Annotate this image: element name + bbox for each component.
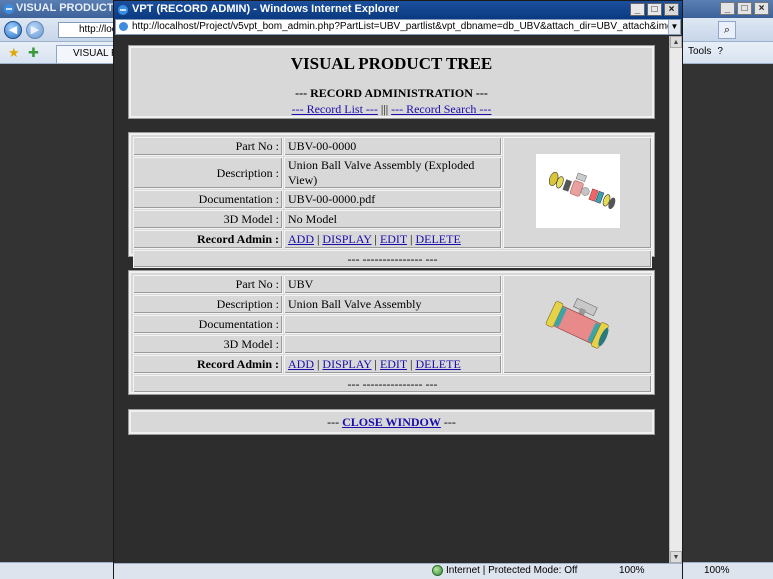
vertical-scrollbar[interactable]: ▲ ▼ [669,36,682,563]
pipe-separator: | [410,232,413,246]
part-no-value: UBV-00-0000 [284,137,502,156]
pipe-separator: | [410,357,413,371]
record-panel: Part No : UBV-00-0000 Description: Unio… [128,132,655,268]
security-zone[interactable]: Internet | Protected Mode: Off [432,565,577,576]
header-panel: VISUAL PRODUCT TREE --- RECORD ADMINISTR… [128,45,655,119]
background-zoom-level[interactable]: 100% [704,565,730,576]
star-icon[interactable]: ★ [8,45,20,61]
edit-link[interactable]: EDIT [380,232,407,246]
back-arrow-icon[interactable]: ◀ [4,21,22,39]
tools-label[interactable]: Tools [688,46,711,57]
popup-status-bar: Internet | Protected Mode: Off 100% [114,563,682,579]
3d-model-label: 3D Model : [133,335,283,354]
close-icon[interactable]: × [754,2,769,15]
record-admin-label: Record Admin : [133,230,283,249]
description-value: Union Ball Valve Assembly (Exploded View… [284,157,502,189]
3d-model-label: 3D Model : [133,210,283,229]
record-image-cell [503,137,652,249]
3d-model-value: No Model [284,210,502,229]
record-admin-actions: ADD | DISPLAY | EDIT | DELETE [284,355,502,374]
edit-link[interactable]: EDIT [380,357,407,371]
maximize-icon[interactable]: □ [647,3,662,16]
close-suffix: --- [443,415,456,429]
popup-window-title: VPT (RECORD ADMIN) - Windows Internet Ex… [132,3,400,15]
add-link[interactable]: ADD [288,357,314,371]
background-address-bar[interactable]: http://loc [58,22,118,38]
part-no-value: UBV [284,275,502,294]
background-window-controls: _ □ × [720,2,769,15]
minimize-icon[interactable]: _ [630,3,645,16]
record-list-link[interactable]: --- Record List --- [292,102,378,116]
documentation-value: UBV-00-0000.pdf [284,190,502,209]
scroll-up-icon[interactable]: ▲ [670,36,682,48]
minimize-icon[interactable]: _ [720,2,735,15]
documentation-value [284,315,502,334]
part-no-label: Part No : [133,275,283,294]
page-subtitle: --- RECORD ADMINISTRATION --- [295,86,488,100]
ie-icon [4,4,14,14]
pipe-separator: | [317,357,320,371]
popup-window-controls: _ □ × [630,3,679,16]
record-search-link[interactable]: --- Record Search --- [391,102,491,116]
pipe-separator: | [374,232,377,246]
display-link[interactable]: DISPLAY [322,357,371,371]
assembly-image[interactable] [543,289,613,357]
popup-zoom-level[interactable]: 100% [619,565,645,576]
display-link[interactable]: DISPLAY [322,232,371,246]
ie-icon [118,5,128,15]
help-icon[interactable]: ? [717,46,723,57]
page-content: VISUAL PRODUCT TREE --- RECORD ADMINISTR… [115,36,668,563]
documentation-label: Documentation : [133,190,283,209]
link-separator: ||| [380,102,389,116]
chevron-down-icon[interactable]: ▼ [668,20,680,34]
documentation-label: Documentation : [133,315,283,334]
add-link[interactable]: ADD [288,232,314,246]
popup-window: VPT (RECORD ADMIN) - Windows Internet Ex… [113,0,683,579]
scroll-down-icon[interactable]: ▼ [670,551,682,563]
record-footer: --- --------------- --- [133,250,652,268]
header-links: --- Record List --- ||| --- Record Searc… [131,102,652,117]
add-favorite-icon[interactable]: ✚ [28,45,39,61]
search-icon[interactable]: ⌕ [718,21,736,39]
background-tools-menu[interactable]: Tools ? [688,46,723,57]
background-tab[interactable]: VISUAL PR [56,45,116,63]
popup-address-bar[interactable]: http://localhost/Project/v5vpt_bom_admin… [115,19,681,35]
record-admin-actions: ADD | DISPLAY | EDIT | DELETE [284,230,502,249]
exploded-view-image[interactable] [535,154,620,228]
pipe-separator: | [374,357,377,371]
record-table: Part No : UBV-00-0000 Description: Unio… [132,136,653,269]
close-window-link[interactable]: CLOSE WINDOW [342,415,441,429]
record-table: Part No : UBV Description: Union Ball V… [132,274,653,394]
security-zone-text: Internet | Protected Mode: Off [446,565,578,576]
part-no-label: Part No : [133,137,283,156]
delete-link[interactable]: DELETE [415,232,460,246]
popup-title-bar: VPT (RECORD ADMIN) - Windows Internet Ex… [114,1,682,19]
close-icon[interactable]: × [664,3,679,16]
description-label: Description : [133,295,283,314]
globe-icon [432,565,443,576]
popup-address-text[interactable]: http://localhost/Project/v5vpt_bom_admin… [132,21,680,32]
close-prefix: --- [327,415,340,429]
description-label: Description : [133,157,283,189]
3d-model-value [284,335,502,354]
forward-arrow-icon[interactable]: ▶ [26,21,44,39]
record-footer: --- --------------- --- [133,375,652,393]
close-window-panel: --- CLOSE WINDOW --- [128,409,655,435]
page-title: VISUAL PRODUCT TREE [290,54,493,73]
pipe-separator: | [317,232,320,246]
maximize-icon[interactable]: □ [737,2,752,15]
delete-link[interactable]: DELETE [415,357,460,371]
record-panel: Part No : UBV Description: Union Ball V… [128,270,655,395]
record-admin-label: Record Admin : [133,355,283,374]
page-icon [119,22,128,31]
record-image-cell [503,275,652,374]
description-value: Union Ball Valve Assembly [284,295,502,314]
